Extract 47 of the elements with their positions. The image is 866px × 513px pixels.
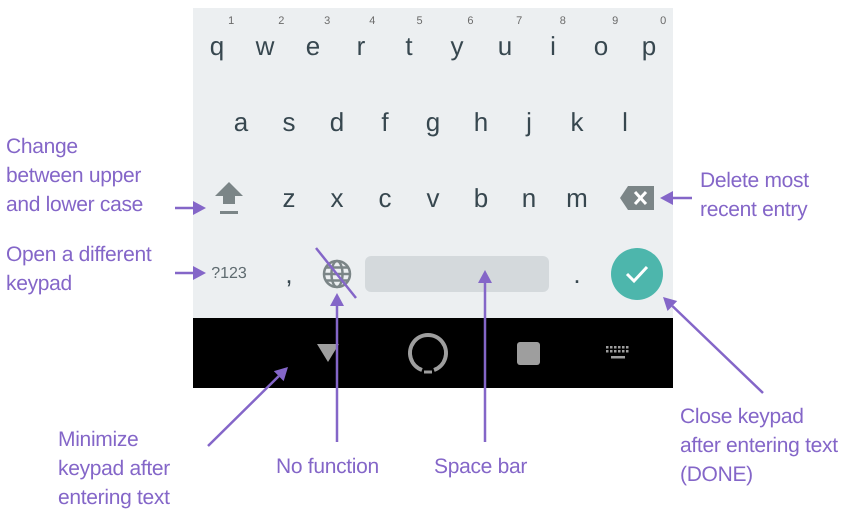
number-hint: 8 (560, 15, 566, 27)
callout-text: Space bar (434, 454, 528, 480)
number-hint: 0 (660, 15, 666, 27)
callout-text: Close keypad after entering text (DONE) (680, 404, 838, 488)
number-hint: 3 (324, 15, 330, 27)
done-button[interactable] (611, 248, 663, 300)
callout-text: No function (276, 454, 379, 480)
strike-line (315, 247, 357, 299)
number-hint: 7 (516, 15, 522, 27)
number-hint: 2 (278, 15, 284, 27)
number-hint: 4 (369, 15, 376, 27)
keyboard-key[interactable]: z (278, 181, 300, 215)
keyboard-key[interactable]: , (281, 257, 297, 291)
keyboard-key[interactable]: x (326, 181, 348, 215)
keyboard-key[interactable]: b (470, 181, 492, 215)
home-icon[interactable] (406, 331, 450, 375)
callout-arrow (175, 201, 206, 215)
recents-icon[interactable] (516, 342, 540, 364)
callout-text: Minimize keypad after entering text (58, 427, 170, 511)
keyboard-key[interactable]: . (569, 257, 585, 291)
number-hint: 5 (416, 15, 423, 27)
keyboard-key[interactable]: c (374, 181, 396, 215)
callout-text: Delete most recent entry (700, 168, 809, 223)
keyboard-icon[interactable] (606, 346, 630, 360)
number-hint: 6 (467, 15, 474, 27)
symbols-key[interactable]: ?123 (207, 253, 251, 295)
keyboard-key[interactable]: v (422, 181, 444, 215)
number-hint: 9 (612, 15, 618, 27)
keyboard-key[interactable]: s (278, 105, 300, 139)
backspace-key[interactable] (617, 183, 657, 213)
keyboard-key[interactable]: g (422, 105, 444, 139)
keyboard-key[interactable]: k (566, 105, 588, 139)
keyboard-key[interactable]: f (377, 105, 393, 139)
callout-arrow (660, 191, 692, 205)
back-icon[interactable] (316, 343, 340, 363)
keyboard-key[interactable]: a (230, 105, 252, 139)
keyboard-key[interactable]: j (522, 105, 536, 139)
callout-text: Change between upper and lower case (6, 134, 144, 218)
keyboard-key[interactable]: n (518, 181, 540, 215)
check-icon (625, 264, 649, 284)
keyboard-key[interactable]: l (618, 105, 632, 139)
keyboard-key[interactable]: m (562, 181, 592, 215)
keyboard-key[interactable]: h (470, 105, 492, 139)
callout-text: Open a different keypad (6, 242, 152, 297)
callout-arrow (175, 266, 206, 280)
keyboard-key[interactable]: d (326, 105, 348, 139)
number-hint: 1 (228, 15, 234, 27)
